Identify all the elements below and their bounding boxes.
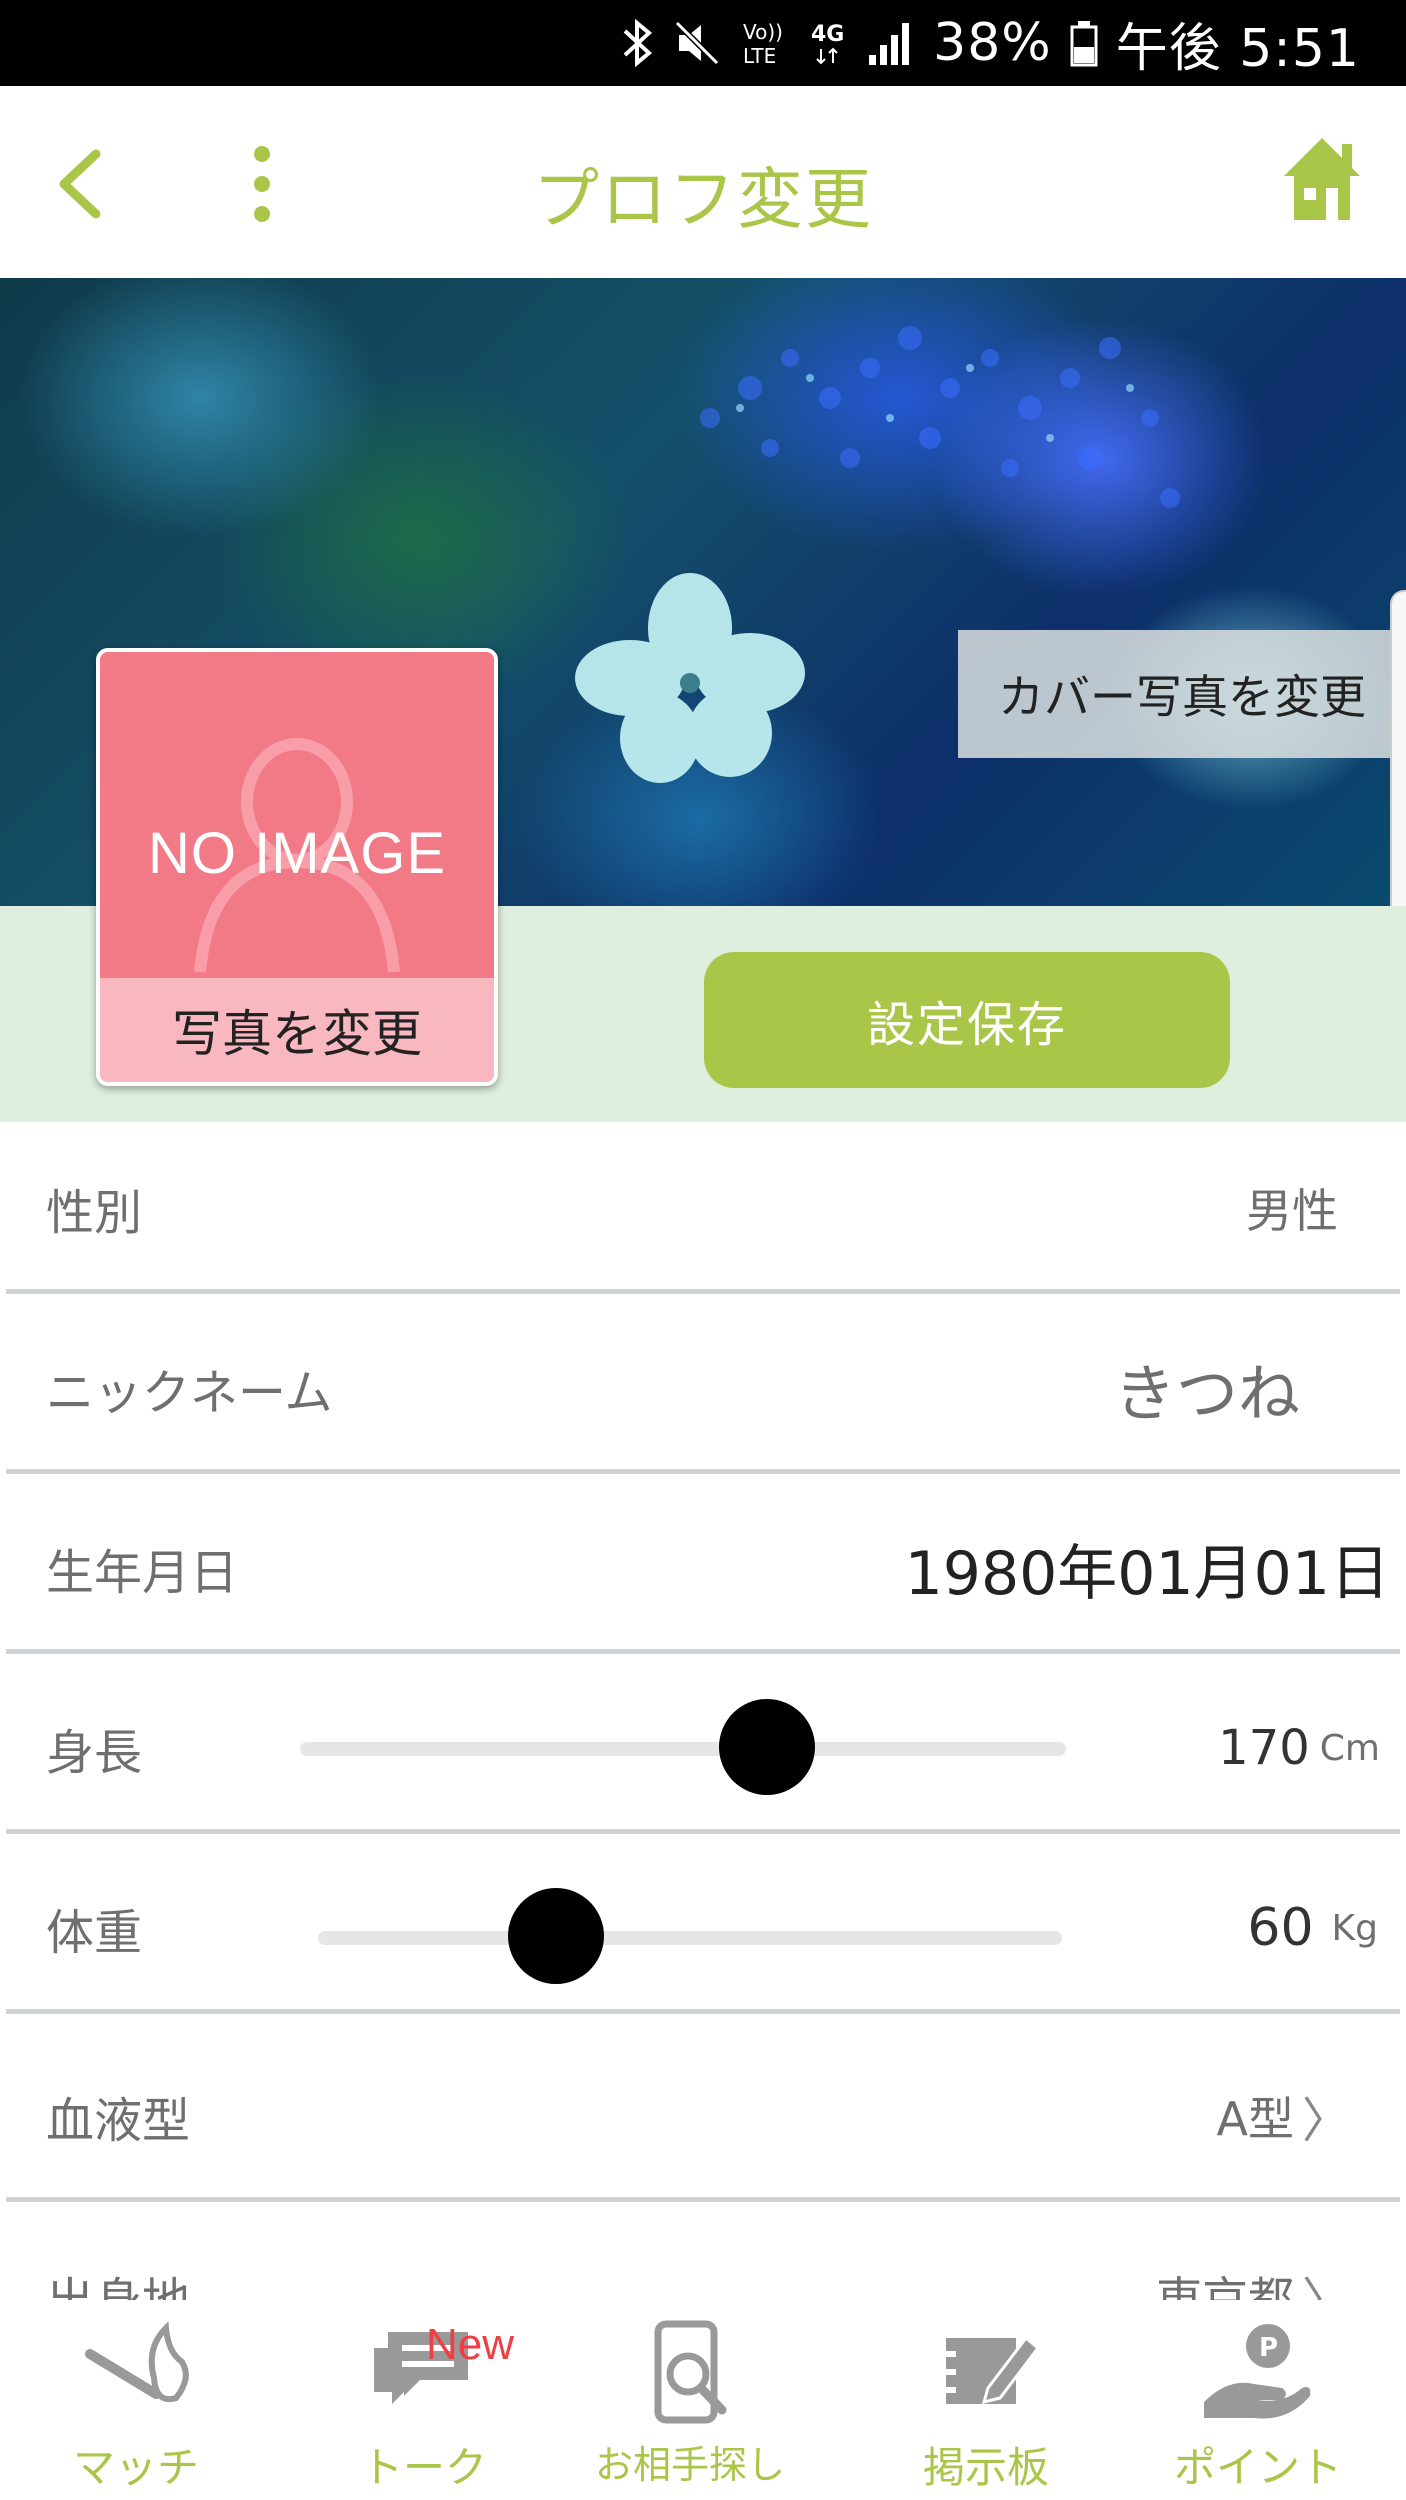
height-unit: Cm [1319, 1727, 1380, 1769]
blood-type-row[interactable]: 血液型 A型 〉 [6, 2030, 1400, 2202]
points-icon: P [1204, 2324, 1311, 2419]
weight-slider-track[interactable] [318, 1931, 1062, 1945]
nav-search-label: お相手探し [594, 2443, 785, 2487]
svg-text:4G: 4G [811, 22, 844, 47]
height-value: 170 [1218, 1720, 1310, 1776]
nav-board-label: 掲示板 [922, 2443, 1049, 2492]
blood-type-value: A型 [1216, 2092, 1294, 2146]
new-badge: New [426, 2320, 515, 2369]
signal-icon [867, 17, 915, 69]
home-button[interactable] [1276, 134, 1368, 230]
bluetooth-icon [621, 17, 655, 69]
chevron-right-icon: 〉 [1301, 2093, 1350, 2149]
birthday-label: 生年月日 [46, 1545, 239, 1601]
weight-slider-thumb[interactable] [508, 1888, 605, 1984]
svg-text:LTE: LTE [743, 44, 776, 68]
height-slider-thumb[interactable] [719, 1699, 816, 1795]
height-slider-track[interactable] [300, 1742, 1066, 1756]
match-icon [85, 2321, 189, 2402]
nav-board[interactable]: 掲示板 [856, 2300, 1116, 2500]
blood-type-label: 血液型 [46, 2093, 191, 2149]
mute-icon [673, 17, 721, 69]
svg-text:P: P [1259, 2333, 1278, 2363]
gender-row[interactable]: 性別 男性 [6, 1122, 1400, 1294]
save-settings-button[interactable]: 設定保存 [704, 952, 1230, 1088]
page-title: プロフ変更 [533, 161, 873, 238]
status-bar: Vo)) LTE 4G 38% 午後 5:51 [0, 0, 1406, 86]
search-phone-icon [654, 2320, 727, 2424]
blood-type-value-group: A型 〉 [1217, 2030, 1350, 2202]
birthday-row[interactable]: 生年月日 1980年01月01日 [6, 1482, 1400, 1654]
gender-value: 男性 [1246, 1184, 1338, 1238]
weight-row: 体重 60 Kg [6, 1842, 1400, 2014]
bottom-navigation: マッチ New トーク お相手探し 掲示板 P ポイント [0, 2300, 1406, 2500]
board-icon [936, 2335, 1041, 2405]
height-row: 身長 170 Cm [6, 1662, 1400, 1834]
flower-cluster [700, 326, 1180, 508]
no-image-text: NO IMAGE [147, 821, 447, 886]
person-silhouette-icon [194, 738, 400, 973]
app-header: プロフ変更 [0, 86, 1406, 278]
nav-search[interactable]: お相手探し [560, 2300, 820, 2500]
avatar[interactable]: NO IMAGE 写真を変更 [96, 648, 498, 1086]
weight-value: 60 [1247, 1898, 1314, 1958]
nickname-label: ニックネーム [46, 1365, 333, 1421]
height-value-group: 170 Cm [1218, 1662, 1380, 1834]
nav-talk[interactable]: New トーク [294, 2300, 554, 2500]
change-photo-button[interactable]: 写真を変更 [100, 978, 494, 1082]
flower-image [575, 573, 805, 783]
nickname-row[interactable]: ニックネーム きつね [6, 1302, 1400, 1474]
clock: 午後 5:51 [1115, 18, 1360, 79]
avatar-placeholder: NO IMAGE [100, 652, 494, 982]
volte-icon: Vo)) LTE [739, 17, 791, 69]
status-icons: Vo)) LTE 4G 38% 午後 5:51 [621, 0, 1360, 86]
network-4g-icon: 4G [809, 17, 849, 69]
svg-text:Vo)): Vo)) [743, 20, 783, 44]
height-label: 身長 [46, 1725, 143, 1781]
nav-talk-label: トーク [360, 2443, 487, 2492]
gender-label: 性別 [46, 1185, 143, 1241]
weight-label: 体重 [46, 1905, 143, 1961]
home-icon [1284, 138, 1360, 220]
weight-unit: Kg [1331, 1907, 1378, 1949]
battery-icon [1070, 17, 1098, 69]
nav-points-label: ポイント [1173, 2443, 1342, 2492]
weight-value-group: 60 Kg [1247, 1842, 1378, 2014]
change-cover-button[interactable]: カバー写真を変更 [958, 630, 1406, 758]
nav-match-label: マッチ [72, 2443, 199, 2492]
birthday-value[interactable]: 1980年01月01日 [905, 1482, 1390, 1654]
nav-points[interactable]: P ポイント [1128, 2300, 1388, 2500]
nav-match[interactable]: マッチ [6, 2300, 266, 2500]
battery-percent: 38% [933, 13, 1052, 73]
nickname-value[interactable]: きつね [1114, 1302, 1300, 1474]
